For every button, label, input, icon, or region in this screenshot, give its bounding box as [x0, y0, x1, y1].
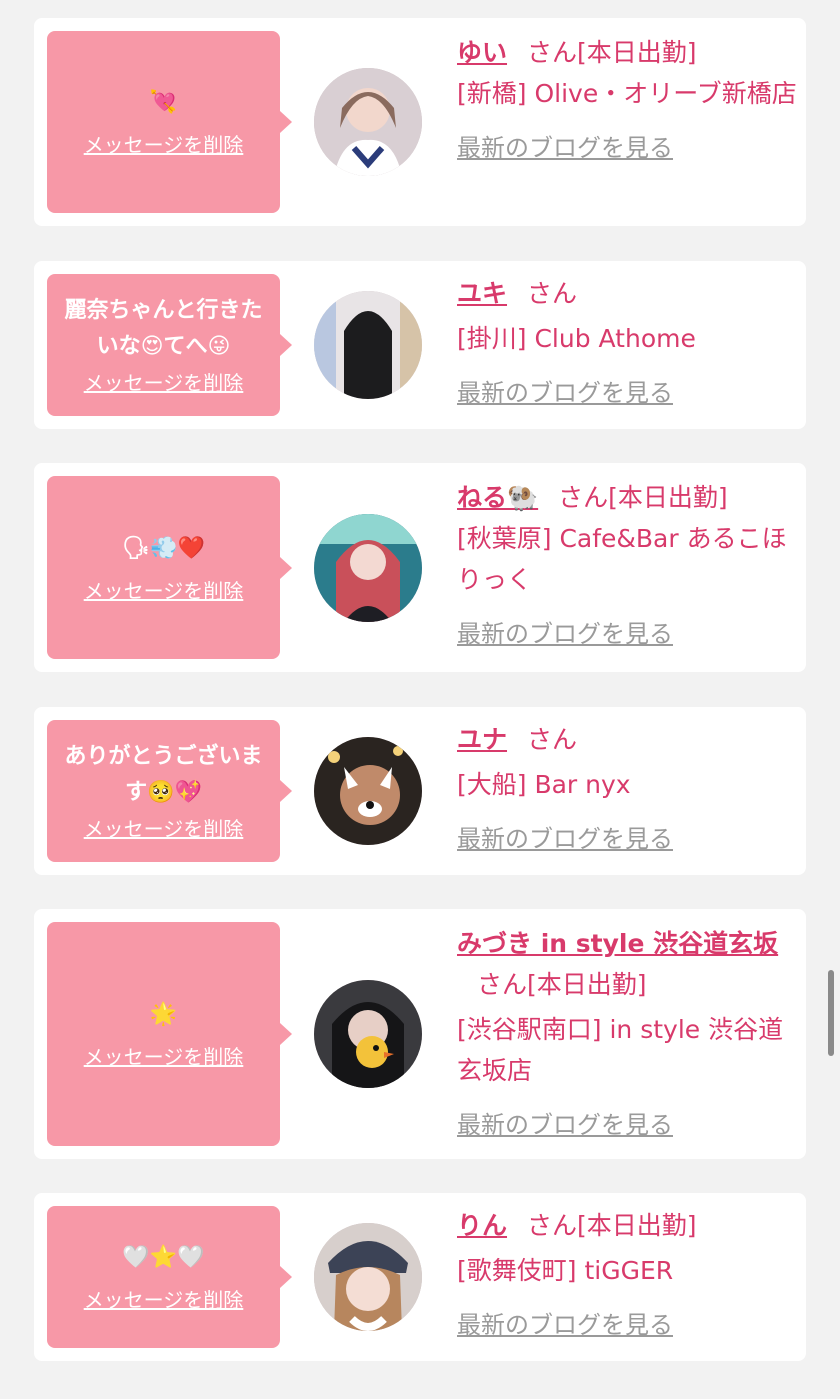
cast-name-link[interactable]: みづき in style 渋谷道玄坂: [457, 929, 778, 958]
entry-info: りん さん[本日出勤] [歌舞伎町] tiGGER 最新のブログを見る: [457, 1205, 797, 1346]
avatar[interactable]: [314, 737, 422, 845]
message-text: ありがとうございます🥺💖: [64, 744, 263, 805]
cast-name-link[interactable]: ユナ: [457, 725, 507, 754]
honorific: さん: [527, 38, 578, 67]
honorific: さん: [527, 1211, 578, 1240]
honorific: さん: [558, 483, 609, 512]
message-bubble: ありがとうございます🥺💖 メッセージを削除: [47, 720, 280, 862]
entry-info: ユナ さん [大船] Bar nyx 最新のブログを見る: [457, 719, 797, 860]
avatar-photo: [314, 291, 422, 399]
delete-message-link[interactable]: メッセージを削除: [84, 369, 244, 397]
avatar[interactable]: [314, 514, 422, 622]
entry-info: ユキ さん [掛川] Club Athome 最新のブログを見る: [457, 273, 797, 414]
cast-name-link[interactable]: ゆい: [457, 38, 507, 67]
shop-name: [渋谷駅南口] in style 渋谷道玄坂店: [457, 1015, 784, 1085]
latest-blog-link[interactable]: 最新のブログを見る: [457, 373, 673, 414]
avatar-photo: [314, 980, 422, 1088]
shop-name: [新橋] Olive・オリーブ新橋店: [457, 79, 797, 108]
on-duty-badge: [本日出勤]: [577, 1211, 697, 1240]
cast-name-link[interactable]: ねる🐏: [457, 483, 538, 512]
cast-name-link[interactable]: りん: [457, 1211, 507, 1240]
honorific: さん: [477, 970, 528, 999]
scrollbar-thumb[interactable]: [828, 970, 834, 1056]
avatar[interactable]: [314, 980, 422, 1088]
message-bubble: 🗣💨❤️ メッセージを削除: [47, 476, 280, 659]
avatar[interactable]: [314, 68, 422, 176]
avatar-photo: [314, 737, 422, 845]
shop-name: [大船] Bar nyx: [457, 770, 631, 799]
avatar[interactable]: [314, 1223, 422, 1331]
shop-name: [掛川] Club Athome: [457, 324, 696, 353]
message-card: 🗣💨❤️ メッセージを削除 ねる🐏 さん[本日出勤] [秋葉原] Cafe&Bar…: [34, 463, 806, 672]
delete-message-link[interactable]: メッセージを削除: [84, 1043, 244, 1071]
message-text: 🗣💨❤️: [122, 535, 205, 561]
on-duty-badge: [本日出勤]: [577, 38, 697, 67]
message-bubble: 麗奈ちゃんと行きたいな😍てへ😜 メッセージを削除: [47, 274, 280, 416]
entry-info: ゆい さん[本日出勤] [新橋] Olive・オリーブ新橋店 最新のブログを見る: [457, 32, 797, 169]
avatar-photo: [314, 1223, 422, 1331]
latest-blog-link[interactable]: 最新のブログを見る: [457, 1305, 673, 1346]
honorific: さん: [527, 725, 578, 754]
message-card: 🌟 メッセージを削除 みづき in style 渋谷道玄坂さん[本日出勤] [渋…: [34, 909, 806, 1159]
delete-message-link[interactable]: メッセージを削除: [84, 131, 244, 159]
message-bubble: 💘 メッセージを削除: [47, 31, 280, 213]
message-bubble: 🌟 メッセージを削除: [47, 922, 280, 1146]
message-text: 🌟: [149, 1002, 178, 1027]
message-card: ありがとうございます🥺💖 メッセージを削除 ユナ さん [大船] Bar nyx …: [34, 707, 806, 875]
shop-name: [歌舞伎町] tiGGER: [457, 1256, 674, 1285]
latest-blog-link[interactable]: 最新のブログを見る: [457, 819, 673, 860]
delete-message-link[interactable]: メッセージを削除: [84, 1286, 244, 1314]
message-card: 麗奈ちゃんと行きたいな😍てへ😜 メッセージを削除 ユキ さん [掛川] Club …: [34, 261, 806, 429]
message-text: 麗奈ちゃんと行きたいな😍てへ😜: [64, 298, 263, 359]
message-card: 💘 メッセージを削除 ゆい さん[本日出勤] [新橋] Olive・オリーブ新橋店…: [34, 18, 806, 226]
avatar-photo: [314, 514, 422, 622]
on-duty-badge: [本日出勤]: [527, 970, 647, 999]
entry-info: みづき in style 渋谷道玄坂さん[本日出勤] [渋谷駅南口] in st…: [457, 923, 797, 1146]
message-card: 🤍⭐🤍 メッセージを削除 りん さん[本日出勤] [歌舞伎町] tiGGER 最新…: [34, 1193, 806, 1361]
honorific: さん: [527, 279, 578, 308]
entry-info: ねる🐏 さん[本日出勤] [秋葉原] Cafe&Bar あるこほりっく 最新のブロ…: [457, 477, 797, 655]
cast-name-link[interactable]: ユキ: [457, 279, 507, 308]
latest-blog-link[interactable]: 最新のブログを見る: [457, 614, 673, 655]
message-text: 🤍⭐🤍: [122, 1245, 205, 1270]
delete-message-link[interactable]: メッセージを削除: [84, 577, 244, 605]
latest-blog-link[interactable]: 最新のブログを見る: [457, 128, 673, 169]
on-duty-badge: [本日出勤]: [608, 483, 728, 512]
delete-message-link[interactable]: メッセージを削除: [84, 815, 244, 843]
message-text: 💘: [149, 90, 178, 115]
avatar[interactable]: [314, 291, 422, 399]
shop-name: [秋葉原] Cafe&Bar あるこほりっく: [457, 524, 787, 594]
latest-blog-link[interactable]: 最新のブログを見る: [457, 1105, 673, 1146]
avatar-photo: [314, 68, 422, 176]
message-bubble: 🤍⭐🤍 メッセージを削除: [47, 1206, 280, 1348]
